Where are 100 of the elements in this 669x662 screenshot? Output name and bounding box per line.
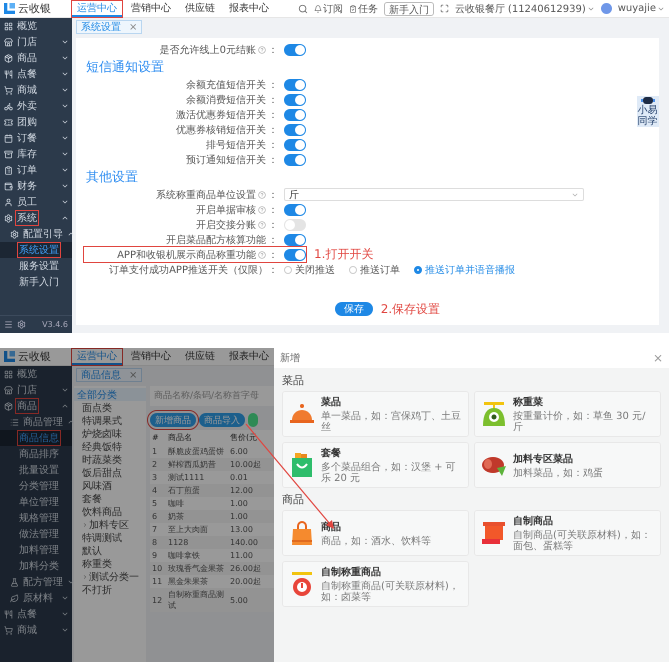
sidebar-item[interactable]: 点餐 (0, 606, 72, 622)
sidebar-item[interactable]: 原材料 (0, 590, 72, 606)
sidebar-item[interactable]: 订单 (0, 162, 72, 178)
radio-option[interactable]: 推送订单并语音播报 (414, 262, 515, 276)
close-icon[interactable]: × (652, 351, 663, 365)
category-item[interactable]: 默认 (74, 544, 146, 557)
table-cell: 10 (150, 562, 166, 575)
sidebar-item[interactable]: 商品排序 (0, 446, 72, 462)
avatar[interactable] (600, 3, 612, 14)
type-card[interactable]: 菜品 单一菜品，如：宫保鸡丁、土豆丝 (282, 391, 469, 437)
nav-tab[interactable]: 报表中心 (224, 348, 274, 364)
type-card[interactable]: 自制称重商品 自制称重商品(可关联原材料)，如：卤菜等 (282, 561, 469, 607)
toggle-switch[interactable] (284, 248, 306, 260)
close-icon[interactable]: × (129, 22, 138, 32)
toggle-switch[interactable] (284, 108, 306, 120)
guide-button[interactable]: 新手入门 (384, 2, 434, 16)
subscribe-label[interactable]: 订阅 (322, 2, 343, 16)
sidebar-item[interactable]: 商品信息 (0, 430, 72, 446)
sidebar-item[interactable]: 商城 (0, 82, 72, 98)
sidebar-item[interactable]: 做法管理 (0, 526, 72, 542)
unit-select[interactable]: 斤 (284, 188, 584, 201)
search-icon (298, 4, 308, 14)
chevron-right-icon (82, 574, 88, 580)
nav-tab[interactable]: 营销中心 (126, 348, 176, 364)
sidebar-item[interactable]: 加料分类 (0, 558, 72, 574)
save-button[interactable]: 保存 (334, 302, 373, 316)
user-name[interactable]: wuyajie (618, 3, 656, 14)
category-item[interactable]: 风味酒 (74, 479, 146, 492)
toggle-switch[interactable] (284, 78, 306, 90)
store-name[interactable]: 云收银餐厅 (11240612939) (454, 2, 586, 16)
toggle-switch[interactable] (284, 204, 306, 216)
category-item[interactable]: 炉烧卤味 (74, 427, 146, 440)
toggle-switch[interactable] (284, 154, 306, 166)
type-card[interactable]: 套餐 多个菜品组合，如：汉堡 + 可乐 20 元 (282, 442, 469, 488)
category-item[interactable]: 套餐 (74, 492, 146, 505)
nav-tab[interactable]: 营销中心 (126, 0, 176, 16)
sidebar-item[interactable]: 外卖 (0, 98, 72, 114)
sidebar-item[interactable]: 系统 (0, 210, 72, 226)
category-item[interactable]: 不打折 (74, 583, 146, 596)
sidebar-item[interactable]: 商品 (0, 50, 72, 66)
nav-tab[interactable]: 供应链 (180, 0, 220, 16)
sidebar-item[interactable]: 团购 (0, 114, 72, 130)
category-item[interactable]: 时蔬菜类 (74, 453, 146, 466)
assistant-widget[interactable]: 小易同学 (637, 96, 659, 127)
category-item[interactable]: 饮料商品 (74, 505, 146, 518)
radio-option[interactable]: 关闭推送 (284, 262, 335, 276)
tasks-label[interactable]: 任务 (358, 2, 378, 16)
sidebar-item[interactable]: 点餐 (0, 66, 72, 82)
sidebar-item[interactable]: 库存 (0, 146, 72, 162)
nav-tab[interactable]: 运营中心 (72, 0, 122, 16)
type-card[interactable]: 加料专区菜品 加料菜品，如：鸡蛋 (474, 442, 661, 488)
sidebar-item[interactable]: 加料管理 (0, 542, 72, 558)
sidebar-item[interactable]: 员工 (0, 194, 72, 210)
category-item[interactable]: 面点类 (74, 401, 146, 414)
toggle-switch[interactable] (284, 44, 306, 56)
colon: ： (268, 218, 278, 232)
sidebar-item[interactable]: 单位管理 (0, 494, 72, 510)
cart-icon (4, 626, 13, 634)
nav-tab[interactable]: 报表中心 (224, 0, 274, 16)
toggle-switch[interactable] (284, 218, 306, 230)
sidebar-item[interactable]: 新手入门 (0, 274, 72, 290)
category-item[interactable]: 经典饭特 (74, 440, 146, 453)
toggle-switch[interactable] (284, 124, 306, 136)
setting-label: 优惠券核销短信开关 (176, 124, 266, 136)
sidebar-item[interactable]: 配方管理 (0, 574, 72, 590)
toggle-switch[interactable] (284, 234, 306, 246)
sidebar-item[interactable]: 服务设置 (0, 258, 72, 274)
category-item[interactable]: 测试分类一 (74, 570, 146, 583)
radio-option[interactable]: 推送订单 (349, 262, 400, 276)
sidebar-item[interactable]: 概览 (0, 18, 72, 34)
sidebar-item[interactable]: 商城 (0, 622, 72, 638)
toggle-switch[interactable] (284, 94, 306, 106)
sidebar-item[interactable]: 商品 (0, 398, 72, 414)
sidebar-item[interactable]: 概览 (0, 366, 72, 382)
category-item[interactable]: 饭后甜点 (74, 466, 146, 479)
colon: ： (268, 154, 278, 166)
nav-tab[interactable]: 运营中心 (72, 348, 122, 364)
section-heading: 短信通知设置 (85, 59, 165, 77)
page-tab[interactable]: 系统设置 × (76, 20, 142, 34)
type-card[interactable]: 自制商品 自制商品(可关联原材料)，如：面包、蛋糕等 (474, 510, 661, 556)
type-card[interactable]: 称重菜 按重量计价，如：草鱼 30 元/斤 (474, 391, 661, 437)
sidebar-item[interactable]: 财务 (0, 178, 72, 194)
sidebar-item[interactable]: 批量设置 (0, 462, 72, 478)
table-cell: 2 (150, 458, 166, 471)
sidebar-item[interactable]: 分类管理 (0, 478, 72, 494)
sidebar-item[interactable]: 订餐 (0, 130, 72, 146)
sidebar-item[interactable]: 门店 (0, 382, 72, 398)
sidebar-item[interactable]: 商品管理 (0, 414, 72, 430)
category-item[interactable]: 加料专区 (74, 518, 146, 531)
sidebar-item[interactable]: 配置引导 (0, 226, 72, 242)
nav-tab[interactable]: 供应链 (180, 348, 220, 364)
category-item[interactable]: 特调测试 (74, 531, 146, 544)
sidebar-item[interactable]: 规格管理 (0, 510, 72, 526)
category-item[interactable]: 称重类 (74, 557, 146, 570)
toggle-switch[interactable] (284, 138, 306, 150)
setting-label: 余额消费短信开关 (186, 94, 266, 106)
search-field[interactable]: 商品名称/条码/名称首字母 (150, 386, 276, 406)
category-item[interactable]: 特调果式 (74, 414, 146, 427)
sidebar-item[interactable]: 系统设置 (0, 242, 72, 258)
sidebar-item[interactable]: 门店 (0, 34, 72, 50)
